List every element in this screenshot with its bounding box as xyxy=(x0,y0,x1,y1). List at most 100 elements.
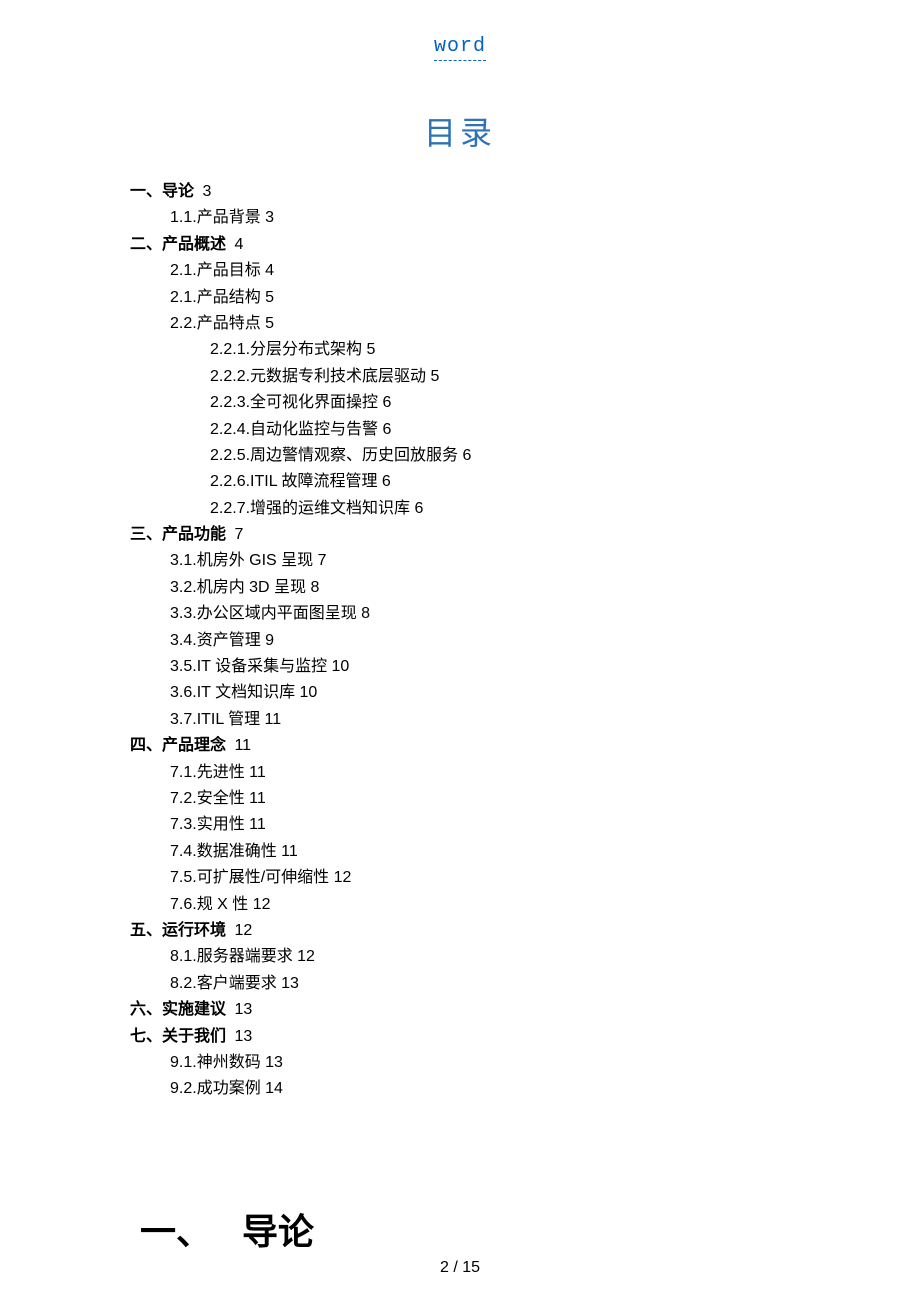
toc-entry-title: 六、实施建议 xyxy=(130,1001,226,1018)
toc-entry-title: 二、产品概述 xyxy=(130,236,226,253)
toc-entry-title: 1.1.产品背景 xyxy=(170,209,261,226)
toc-entry-page: 5 xyxy=(426,368,439,385)
toc-entry[interactable]: 七、关于我们 13 xyxy=(130,1024,790,1050)
toc-entry-page: 4 xyxy=(261,262,274,279)
document-page: word 目录 一、导论 31.1.产品背景 3二、产品概述 42.1.产品目标… xyxy=(0,0,920,1285)
toc-entry[interactable]: 3.5.IT 设备采集与监控 10 xyxy=(170,654,790,680)
toc-entry[interactable]: 2.2.5.周边警情观察、历史回放服务 6 xyxy=(210,443,790,469)
toc-entry[interactable]: 3.7.ITIL 管理 11 xyxy=(170,707,790,733)
toc-entry[interactable]: 7.4.数据准确性 11 xyxy=(170,839,790,865)
toc-entry[interactable]: 7.2.安全性 11 xyxy=(170,786,790,812)
toc-entry-page: 12 xyxy=(248,896,270,913)
toc-entry-title: 9.1.神州数码 xyxy=(170,1054,261,1071)
toc-entry-title: 7.6.规 X 性 xyxy=(170,896,248,913)
toc-entry-page: 6 xyxy=(378,421,391,438)
toc-entry-page: 5 xyxy=(261,315,274,332)
toc-entry-page: 6 xyxy=(410,500,423,517)
toc-entry-title: 2.1.产品结构 xyxy=(170,289,261,306)
toc-entry-title: 7.1.先进性 xyxy=(170,764,245,781)
toc-entry-title: 2.2.6.ITIL 故障流程管理 xyxy=(210,473,377,490)
toc-entry[interactable]: 3.3.办公区域内平面图呈现 8 xyxy=(170,601,790,627)
toc-entry-title: 3.4.资产管理 xyxy=(170,632,261,649)
table-of-contents: 一、导论 31.1.产品背景 3二、产品概述 42.1.产品目标 42.1.产品… xyxy=(130,179,790,1103)
toc-entry-title: 2.2.1.分层分布式架构 xyxy=(210,341,362,358)
toc-entry[interactable]: 2.2.7.增强的运维文档知识库 6 xyxy=(210,496,790,522)
toc-entry[interactable]: 1.1.产品背景 3 xyxy=(170,205,790,231)
toc-entry-page: 13 xyxy=(230,1028,252,1045)
toc-title: 目录 xyxy=(130,108,790,154)
toc-entry[interactable]: 一、导论 3 xyxy=(130,179,790,205)
toc-entry[interactable]: 3.6.IT 文档知识库 10 xyxy=(170,680,790,706)
toc-entry-page: 12 xyxy=(293,948,315,965)
toc-entry[interactable]: 2.2.1.分层分布式架构 5 xyxy=(210,337,790,363)
toc-entry[interactable]: 9.1.神州数码 13 xyxy=(170,1050,790,1076)
toc-entry[interactable]: 五、运行环境 12 xyxy=(130,918,790,944)
toc-entry-page: 11 xyxy=(245,764,266,781)
toc-entry-page: 12 xyxy=(230,922,252,939)
toc-entry-page: 7 xyxy=(230,526,243,543)
toc-entry-title: 2.2.3.全可视化界面操控 xyxy=(210,394,378,411)
toc-entry-page: 13 xyxy=(277,975,299,992)
toc-entry[interactable]: 8.2.客户端要求 13 xyxy=(170,971,790,997)
toc-entry-page: 9 xyxy=(261,632,274,649)
toc-entry[interactable]: 四、产品理念 11 xyxy=(130,733,790,759)
toc-entry-title: 七、关于我们 xyxy=(130,1028,226,1045)
header-link[interactable]: word xyxy=(130,35,790,58)
toc-entry-page: 11 xyxy=(245,790,266,807)
toc-entry-title: 3.5.IT 设备采集与监控 xyxy=(170,658,327,675)
toc-entry-page: 7 xyxy=(313,552,326,569)
toc-entry-title: 一、导论 xyxy=(130,183,194,200)
toc-entry-title: 7.4.数据准确性 xyxy=(170,843,277,860)
section-heading-num: 一、 xyxy=(140,1211,212,1252)
toc-entry-page: 6 xyxy=(458,447,471,464)
toc-entry-title: 2.1.产品目标 xyxy=(170,262,261,279)
toc-entry-page: 10 xyxy=(295,684,317,701)
toc-entry-title: 3.1.机房外 GIS 呈现 xyxy=(170,552,313,569)
toc-entry-title: 7.5.可扩展性/可伸缩性 xyxy=(170,869,329,886)
toc-entry-title: 3.3.办公区域内平面图呈现 xyxy=(170,605,357,622)
toc-entry-page: 5 xyxy=(362,341,375,358)
toc-entry[interactable]: 7.3.实用性 11 xyxy=(170,812,790,838)
toc-entry[interactable]: 2.1.产品目标 4 xyxy=(170,258,790,284)
toc-entry-page: 13 xyxy=(261,1054,283,1071)
toc-entry-page: 6 xyxy=(378,394,391,411)
toc-entry-title: 五、运行环境 xyxy=(130,922,226,939)
toc-entry[interactable]: 3.2.机房内 3D 呈现 8 xyxy=(170,575,790,601)
toc-entry-page: 11 xyxy=(260,711,281,728)
toc-entry-page: 5 xyxy=(261,289,274,306)
toc-entry[interactable]: 2.2.4.自动化监控与告警 6 xyxy=(210,417,790,443)
toc-entry[interactable]: 2.2.3.全可视化界面操控 6 xyxy=(210,390,790,416)
toc-entry-title: 2.2.产品特点 xyxy=(170,315,261,332)
toc-entry-page: 10 xyxy=(327,658,349,675)
toc-entry[interactable]: 9.2.成功案例 14 xyxy=(170,1076,790,1102)
toc-entry[interactable]: 8.1.服务器端要求 12 xyxy=(170,944,790,970)
toc-entry[interactable]: 2.2.6.ITIL 故障流程管理 6 xyxy=(210,469,790,495)
toc-entry[interactable]: 7.1.先进性 11 xyxy=(170,760,790,786)
toc-entry-title: 2.2.2.元数据专利技术底层驱动 xyxy=(210,368,426,385)
toc-entry-page: 11 xyxy=(245,816,266,833)
toc-entry[interactable]: 3.4.资产管理 9 xyxy=(170,628,790,654)
section-heading: 一、导论 xyxy=(140,1203,790,1255)
toc-entry-page: 3 xyxy=(198,183,211,200)
header-link-text: word xyxy=(434,35,486,61)
toc-entry[interactable]: 3.1.机房外 GIS 呈现 7 xyxy=(170,548,790,574)
toc-entry[interactable]: 2.1.产品结构 5 xyxy=(170,285,790,311)
toc-entry-page: 6 xyxy=(377,473,390,490)
toc-entry[interactable]: 2.2.2.元数据专利技术底层驱动 5 xyxy=(210,364,790,390)
toc-entry-page: 11 xyxy=(277,843,298,860)
toc-entry[interactable]: 六、实施建议 13 xyxy=(130,997,790,1023)
toc-entry[interactable]: 三、产品功能 7 xyxy=(130,522,790,548)
toc-entry-title: 7.2.安全性 xyxy=(170,790,245,807)
toc-entry-title: 2.2.5.周边警情观察、历史回放服务 xyxy=(210,447,458,464)
toc-entry-title: 2.2.4.自动化监控与告警 xyxy=(210,421,378,438)
toc-entry-title: 3.2.机房内 3D 呈现 xyxy=(170,579,306,596)
toc-entry-title: 3.7.ITIL 管理 xyxy=(170,711,260,728)
toc-entry-title: 3.6.IT 文档知识库 xyxy=(170,684,295,701)
toc-entry[interactable]: 二、产品概述 4 xyxy=(130,232,790,258)
toc-entry-page: 3 xyxy=(261,209,274,226)
toc-entry-title: 2.2.7.增强的运维文档知识库 xyxy=(210,500,410,517)
toc-entry-title: 8.2.客户端要求 xyxy=(170,975,277,992)
toc-entry[interactable]: 7.6.规 X 性 12 xyxy=(170,892,790,918)
toc-entry[interactable]: 7.5.可扩展性/可伸缩性 12 xyxy=(170,865,790,891)
toc-entry[interactable]: 2.2.产品特点 5 xyxy=(170,311,790,337)
